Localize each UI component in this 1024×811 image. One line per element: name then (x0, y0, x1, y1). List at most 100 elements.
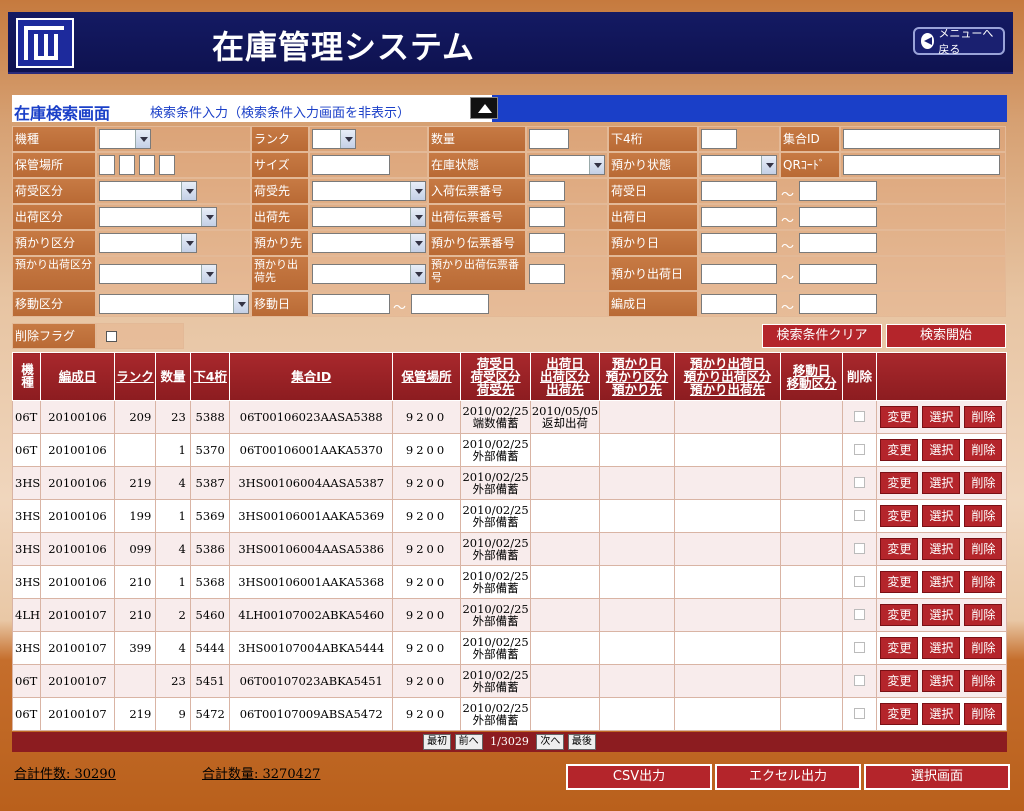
row-delete-checkbox[interactable] (854, 641, 866, 653)
select-row-button[interactable]: 選択 (922, 670, 961, 692)
col-niuke[interactable]: 荷受日 荷受区分 荷受先 (460, 352, 532, 401)
shukka-denpyo-input[interactable] (529, 207, 565, 227)
niuke-saki-select[interactable] (312, 181, 426, 201)
row-delete-checkbox[interactable] (854, 575, 866, 587)
col-shugo[interactable]: 集合ID (229, 352, 393, 401)
rank-select[interactable] (312, 129, 356, 149)
delete-row-button[interactable]: 削除 (964, 703, 1003, 725)
edit-row-button[interactable]: 変更 (880, 571, 919, 593)
next-page-button[interactable]: 次へ (536, 734, 565, 750)
edit-row-button[interactable]: 変更 (880, 604, 919, 626)
nyuka-denpyo-input[interactable] (529, 181, 565, 201)
delete-row-button[interactable]: 削除 (964, 571, 1003, 593)
delete-row-button[interactable]: 削除 (964, 472, 1003, 494)
azukari-jotai-select[interactable] (701, 155, 777, 175)
row-delete-checkbox[interactable] (854, 608, 866, 620)
select-row-button[interactable]: 選択 (922, 538, 961, 560)
prev-page-button[interactable]: 前へ (454, 734, 483, 750)
azukari-saki-select[interactable] (312, 233, 426, 253)
delete-row-button[interactable]: 削除 (964, 406, 1003, 428)
azukari-bi-from-input[interactable] (701, 233, 777, 253)
select-row-button[interactable]: 選択 (922, 604, 961, 626)
edit-row-button[interactable]: 変更 (880, 703, 919, 725)
delete-row-button[interactable]: 削除 (964, 637, 1003, 659)
select-row-button[interactable]: 選択 (922, 406, 961, 428)
row-delete-checkbox[interactable] (854, 410, 866, 422)
collapse-toggle-icon[interactable] (470, 97, 498, 119)
excel-export-button[interactable]: エクセル出力 (715, 764, 861, 790)
edit-row-button[interactable]: 変更 (880, 406, 919, 428)
shugo-id-input[interactable] (843, 129, 1000, 149)
edit-row-button[interactable]: 変更 (880, 472, 919, 494)
shukka-bi-from-input[interactable] (701, 207, 777, 227)
hokan-input-3[interactable] (139, 155, 155, 175)
row-delete-checkbox[interactable] (854, 476, 866, 488)
col-shukka[interactable]: 出荷日 出荷区分 出荷先 (530, 352, 600, 401)
row-delete-checkbox[interactable] (854, 542, 866, 554)
hokan-input-2[interactable] (119, 155, 135, 175)
select-row-button[interactable]: 選択 (922, 571, 961, 593)
edit-row-button[interactable]: 変更 (880, 670, 919, 692)
hokan-input-4[interactable] (159, 155, 175, 175)
azukari-shukka-bi-from-input[interactable] (701, 264, 777, 284)
row-delete-checkbox[interactable] (854, 509, 866, 521)
col-kishu[interactable]: 機種 (11, 352, 42, 401)
delete-row-button[interactable]: 削除 (964, 439, 1003, 461)
delete-row-button[interactable]: 削除 (964, 538, 1003, 560)
azukari-shukka-saki-select[interactable] (312, 264, 426, 284)
select-screen-button[interactable]: 選択画面 (864, 764, 1010, 790)
last-page-button[interactable]: 最後 (567, 734, 596, 750)
col-azukari-shukka[interactable]: 預かり出荷日 預かり出荷区分 預かり出荷先 (673, 352, 781, 401)
size-input[interactable] (312, 155, 390, 175)
row-delete-checkbox[interactable] (854, 674, 866, 686)
clear-search-button[interactable]: 検索条件クリア (762, 324, 882, 348)
csv-export-button[interactable]: CSV出力 (566, 764, 712, 790)
delete-row-button[interactable]: 削除 (964, 505, 1003, 527)
niuke-bi-to-input[interactable] (799, 181, 877, 201)
suryo-input[interactable] (529, 129, 569, 149)
select-row-button[interactable]: 選択 (922, 439, 961, 461)
row-delete-checkbox[interactable] (854, 707, 866, 719)
hensei-bi-to-input[interactable] (799, 294, 877, 314)
col-hokan[interactable]: 保管場所 (391, 352, 462, 401)
col-azukari[interactable]: 預かり日 預かり区分 預かり先 (598, 352, 675, 401)
qr-code-input[interactable] (843, 155, 1000, 175)
ido-kubun-select[interactable] (99, 294, 249, 314)
azukari-shukka-bi-to-input[interactable] (799, 264, 877, 284)
edit-row-button[interactable]: 変更 (880, 637, 919, 659)
azukari-shukka-denpyo-input[interactable] (529, 264, 565, 284)
hokan-input-1[interactable] (99, 155, 115, 175)
azukari-denpyo-input[interactable] (529, 233, 565, 253)
edit-row-button[interactable]: 変更 (880, 439, 919, 461)
kishu-select[interactable] (99, 129, 151, 149)
azukari-kubun-select[interactable] (99, 233, 197, 253)
shukka-bi-to-input[interactable] (799, 207, 877, 227)
row-delete-checkbox[interactable] (854, 443, 866, 455)
edit-row-button[interactable]: 変更 (880, 505, 919, 527)
select-row-button[interactable]: 選択 (922, 703, 961, 725)
delete-row-button[interactable]: 削除 (964, 670, 1003, 692)
col-shimo4[interactable]: 下4桁 (189, 352, 231, 401)
select-row-button[interactable]: 選択 (922, 637, 961, 659)
shukka-kubun-select[interactable] (99, 207, 217, 227)
edit-row-button[interactable]: 変更 (880, 538, 919, 560)
azukari-bi-to-input[interactable] (799, 233, 877, 253)
select-row-button[interactable]: 選択 (922, 472, 961, 494)
shukka-saki-select[interactable] (312, 207, 426, 227)
first-page-button[interactable]: 最初 (423, 734, 452, 750)
delete-row-button[interactable]: 削除 (964, 604, 1003, 626)
ido-bi-to-input[interactable] (411, 294, 489, 314)
col-hensei[interactable]: 編成日 (40, 352, 115, 401)
ido-bi-from-input[interactable] (312, 294, 390, 314)
select-row-button[interactable]: 選択 (922, 505, 961, 527)
shimo4-input[interactable] (701, 129, 737, 149)
back-to-menu-button[interactable]: メニューへ戻る (913, 27, 1005, 56)
start-search-button[interactable]: 検索開始 (886, 324, 1006, 348)
zaiko-jotai-select[interactable] (529, 155, 605, 175)
sakujo-flag-checkbox[interactable] (106, 331, 117, 342)
hensei-bi-from-input[interactable] (701, 294, 777, 314)
col-rank[interactable]: ランク (113, 352, 157, 401)
col-ido[interactable]: 移動日 移動区分 (779, 352, 844, 401)
niuke-kubun-select[interactable] (99, 181, 197, 201)
niuke-bi-from-input[interactable] (701, 181, 777, 201)
